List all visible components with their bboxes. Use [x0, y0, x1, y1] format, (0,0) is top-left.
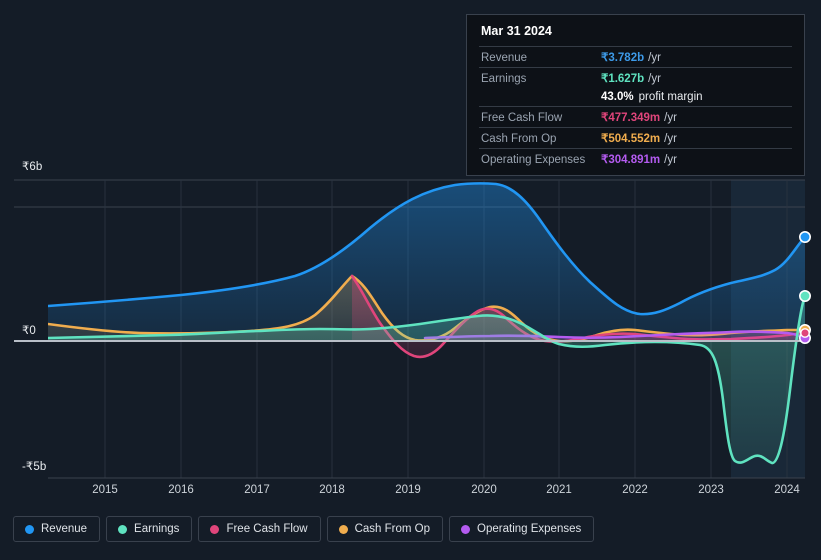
tooltip-row-operating-expenses: Operating Expenses ₹304.891m /yr	[479, 148, 792, 169]
legend-item-operating-expenses[interactable]: Operating Expenses	[449, 516, 595, 542]
x-axis-tick-2018: 2018	[319, 484, 345, 496]
tooltip-value-profit-margin: 43.0%	[601, 91, 634, 103]
tooltip-value-free-cash-flow: ₹477.349m	[601, 112, 661, 124]
tooltip-row-profit-margin: 43.0% profit margin	[479, 88, 792, 106]
endpoint-dot-earnings	[798, 289, 811, 302]
y-axis-label-bottom: -₹5b	[22, 461, 47, 473]
tooltip-unit-earnings: /yr	[648, 73, 661, 85]
x-axis-tick-2021: 2021	[546, 484, 572, 496]
tooltip-row-earnings: Earnings ₹1.627b /yr	[479, 67, 792, 88]
tooltip-row-free-cash-flow: Free Cash Flow ₹477.349m /yr	[479, 106, 792, 127]
tooltip-unit-cash-from-op: /yr	[664, 133, 677, 145]
x-axis-tick-2016: 2016	[168, 484, 194, 496]
y-axis-label-top: ₹6b	[22, 161, 43, 173]
legend-dot-icon-free-cash-flow	[210, 524, 220, 534]
tooltip-label-earnings: Earnings	[481, 73, 527, 85]
legend-item-cash-from-op[interactable]: Cash From Op	[326, 516, 444, 542]
tooltip-row-revenue: Revenue ₹3.782b /yr	[479, 46, 792, 67]
tooltip-label-free-cash-flow: Free Cash Flow	[481, 112, 563, 124]
endpoint-dot-free-cash-flow	[800, 328, 810, 338]
legend-item-free-cash-flow[interactable]: Free Cash Flow	[198, 516, 321, 542]
tooltip-label-cash-from-op: Cash From Op	[481, 133, 557, 145]
tooltip-date: Mar 31 2024	[481, 24, 552, 38]
tooltip-label-profit-margin: profit margin	[638, 91, 703, 103]
chart-legend: Revenue Earnings Free Cash Flow Cash Fro…	[13, 516, 595, 542]
legend-dot-icon-revenue	[25, 524, 34, 534]
legend-label-earnings: Earnings	[134, 523, 180, 535]
x-axis-tick-2023: 2023	[698, 484, 724, 496]
endpoint-dot-revenue	[798, 231, 811, 244]
x-axis-tick-2020: 2020	[471, 484, 497, 496]
legend-label-free-cash-flow: Free Cash Flow	[226, 523, 308, 535]
legend-item-revenue[interactable]: Revenue	[13, 516, 101, 542]
legend-label-operating-expenses: Operating Expenses	[477, 523, 582, 535]
legend-dot-icon-cash-from-op	[338, 524, 348, 534]
tooltip-value-revenue: ₹3.782b	[601, 52, 645, 64]
tooltip-unit-revenue: /yr	[648, 52, 661, 64]
y-axis-label-zero: ₹0	[22, 325, 36, 337]
legend-label-cash-from-op: Cash From Op	[354, 523, 431, 535]
x-axis-tick-2024: 2024	[774, 484, 800, 496]
tooltip-row-cash-from-op: Cash From Op ₹504.552m /yr	[479, 127, 792, 148]
tooltip-value-earnings: ₹1.627b	[601, 73, 645, 85]
x-axis-tick-2017: 2017	[244, 484, 270, 496]
tooltip-unit-operating-expenses: /yr	[664, 154, 677, 166]
tooltip-value-operating-expenses: ₹304.891m	[601, 154, 661, 166]
legend-item-earnings[interactable]: Earnings	[106, 516, 193, 542]
chart-tooltip: Mar 31 2024 Revenue ₹3.782b /yr Earnings…	[466, 14, 805, 176]
legend-dot-icon-operating-expenses	[461, 524, 471, 534]
tooltip-value-cash-from-op: ₹504.552m	[601, 133, 661, 145]
legend-dot-icon-earnings	[118, 524, 128, 534]
chart-page: ₹6b ₹0 -₹5b 2015 2016 2017 2018 2019 202…	[0, 0, 821, 560]
legend-label-revenue: Revenue	[41, 523, 88, 535]
x-axis-tick-2019: 2019	[395, 484, 421, 496]
x-axis-tick-2015: 2015	[92, 484, 118, 496]
tooltip-label-revenue: Revenue	[481, 52, 528, 64]
x-axis-tick-2022: 2022	[622, 484, 648, 496]
tooltip-unit-free-cash-flow: /yr	[664, 112, 677, 124]
tooltip-label-operating-expenses: Operating Expenses	[481, 154, 586, 166]
